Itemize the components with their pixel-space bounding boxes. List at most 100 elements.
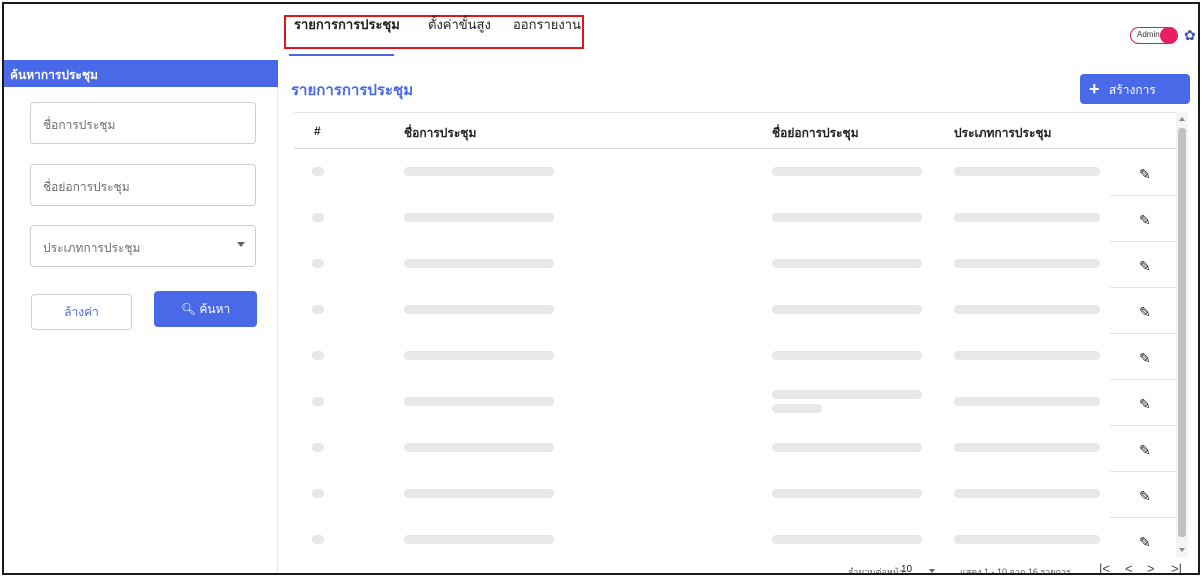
pencil-icon[interactable]: ✎ <box>1139 212 1151 229</box>
blurred-cell <box>772 404 822 413</box>
blurred-cell <box>772 535 922 544</box>
row-action-cell: ✎ <box>1110 150 1176 196</box>
table-row: ✎ <box>294 150 1176 196</box>
meeting-type-select[interactable]: ประเภทการประชุม <box>30 225 256 267</box>
pagination-range: แสดง 1 - 10 จาก 16 รายการ <box>960 567 1071 575</box>
chevron-down-icon <box>237 242 245 247</box>
next-page-icon[interactable]: > <box>1147 561 1155 573</box>
table-row: ✎ <box>294 472 1176 518</box>
blurred-cell <box>312 213 324 222</box>
blurred-cell <box>404 305 554 314</box>
blurred-cell <box>772 351 922 360</box>
blurred-cell <box>404 535 554 544</box>
active-tab-indicator <box>289 54 394 56</box>
meeting-name-placeholder: ชื่อการประชุม <box>43 118 116 132</box>
column-header-short-name[interactable]: ชื่อย่อการประชุม <box>772 124 859 143</box>
blurred-cell <box>772 305 922 314</box>
row-action-cell: ✎ <box>1110 334 1176 380</box>
row-action-cell: ✎ <box>1110 426 1176 472</box>
toggle-knob <box>1160 27 1177 44</box>
top-bar: รายการการประชุม ตั้งค่าขั้นสูง ออกรายงาน… <box>4 4 1198 56</box>
blurred-cell <box>772 443 922 452</box>
pencil-icon[interactable]: ✎ <box>1139 304 1151 321</box>
pencil-icon[interactable]: ✎ <box>1139 396 1151 413</box>
blurred-cell <box>954 259 1100 268</box>
blurred-cell <box>404 259 554 268</box>
table-row: ✎ <box>294 380 1176 426</box>
blurred-cell <box>954 489 1100 498</box>
table-row: ✎ <box>294 426 1176 472</box>
blurred-cell <box>312 443 324 452</box>
blurred-cell <box>312 535 324 544</box>
search-sidebar: ค้นหาการประชุม ชื่อการประชุม ชื่อย่อการป… <box>4 60 278 573</box>
meeting-short-name-placeholder: ชื่อย่อการประชุม <box>43 180 130 194</box>
table-row: ✎ <box>294 288 1176 334</box>
blurred-cell <box>312 259 324 268</box>
blurred-cell <box>954 351 1100 360</box>
pencil-icon[interactable]: ✎ <box>1139 534 1151 551</box>
column-header-name[interactable]: ชื่อการประชุม <box>404 124 476 143</box>
blurred-cell <box>404 167 554 176</box>
scroll-thumb[interactable] <box>1178 128 1186 537</box>
table-header: # ชื่อการประชุม ชื่อย่อการประชุม ประเภทก… <box>294 113 1176 149</box>
admin-toggle[interactable]: Admin <box>1130 27 1178 44</box>
row-action-cell: ✎ <box>1110 288 1176 334</box>
tab-advanced-settings[interactable]: ตั้งค่าขั้นสูง <box>428 14 491 35</box>
blurred-cell <box>312 351 324 360</box>
row-action-cell: ✎ <box>1110 242 1176 288</box>
pencil-icon[interactable]: ✎ <box>1139 488 1151 505</box>
meeting-type-placeholder: ประเภทการประชุม <box>43 241 141 255</box>
previous-page-icon[interactable]: < <box>1125 561 1133 573</box>
scroll-down-icon[interactable] <box>1179 548 1185 552</box>
column-header-type[interactable]: ประเภทการประชุม <box>954 124 1051 143</box>
gear-icon[interactable]: ✿ <box>1184 27 1196 44</box>
table-row: ✎ <box>294 196 1176 242</box>
row-action-cell: ✎ <box>1110 196 1176 242</box>
blurred-cell <box>312 305 324 314</box>
sidebar-title: ค้นหาการประชุม <box>4 60 278 87</box>
blurred-cell <box>404 443 554 452</box>
per-page-select[interactable]: 10 <box>901 564 916 573</box>
row-action-cell: ✎ <box>1110 518 1176 557</box>
column-header-index[interactable]: # <box>314 124 321 138</box>
pencil-icon[interactable]: ✎ <box>1139 350 1151 367</box>
search-button[interactable]: 🔍︎ ค้นหา <box>154 291 257 327</box>
search-icon: 🔍︎ <box>180 302 196 316</box>
pencil-icon[interactable]: ✎ <box>1139 258 1151 275</box>
pencil-icon[interactable]: ✎ <box>1139 442 1151 459</box>
meeting-short-name-field[interactable]: ชื่อย่อการประชุม <box>30 164 256 206</box>
meeting-table: # ชื่อการประชุม ชื่อย่อการประชุม ประเภทก… <box>294 112 1176 557</box>
table-row: ✎ <box>294 518 1176 557</box>
blurred-cell <box>772 213 922 222</box>
tab-meeting-list[interactable]: รายการการประชุม <box>294 14 400 35</box>
admin-label: Admin <box>1137 30 1160 39</box>
pencil-icon[interactable]: ✎ <box>1139 166 1151 183</box>
blurred-cell <box>772 259 922 268</box>
clear-button[interactable]: ล้างค่า <box>31 294 132 330</box>
meeting-name-field[interactable]: ชื่อการประชุม <box>30 102 256 144</box>
last-page-icon[interactable]: >| <box>1171 561 1182 573</box>
table-scrollbar[interactable] <box>1176 112 1188 557</box>
create-meeting-button[interactable]: + สร้างการประชุม <box>1080 74 1190 127</box>
blurred-cell <box>404 213 554 222</box>
first-page-icon[interactable]: |< <box>1099 561 1110 573</box>
table-row: ✎ <box>294 334 1176 380</box>
table-row: ✎ <box>294 242 1176 288</box>
blurred-cell <box>772 167 922 176</box>
row-action-cell: ✎ <box>1110 380 1176 426</box>
blurred-cell <box>404 489 554 498</box>
blurred-cell <box>954 305 1100 314</box>
page-title: รายการการประชุม <box>291 82 414 99</box>
tab-reports[interactable]: ออกรายงาน <box>513 14 581 35</box>
chevron-down-icon[interactable] <box>929 569 935 573</box>
blurred-cell <box>404 351 554 360</box>
blurred-cell <box>954 167 1100 176</box>
main-content: รายการการประชุม + สร้างการประชุม # ชื่อก… <box>278 60 1198 575</box>
blurred-cell <box>404 397 554 406</box>
app-window: รายการการประชุม ตั้งค่าขั้นสูง ออกรายงาน… <box>2 2 1200 575</box>
per-page-label: จำนวนต่อหน้า <box>848 567 905 575</box>
plus-icon: + <box>1089 79 1100 99</box>
blurred-cell <box>772 390 922 399</box>
pagination-bar: จำนวนต่อหน้า 10 แสดง 1 - 10 จาก 16 รายกา… <box>278 561 1198 575</box>
scroll-up-icon[interactable] <box>1179 117 1185 121</box>
